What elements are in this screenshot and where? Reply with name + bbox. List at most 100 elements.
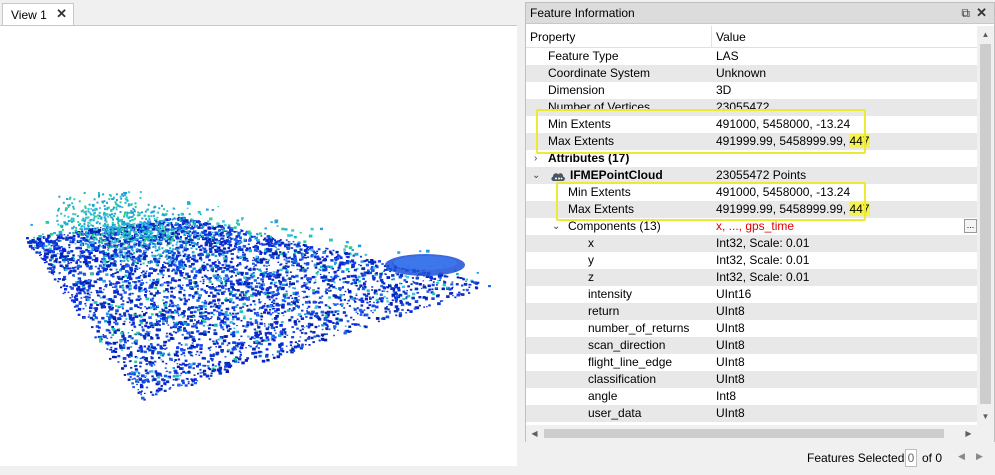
panel-title: Feature Information — [530, 6, 635, 20]
property-label: Number of Vertices — [548, 100, 651, 114]
next-feature-icon[interactable]: ▶ — [976, 451, 983, 462]
property-label: Coordinate System — [548, 66, 651, 80]
property-value: 491999.99, 5458999.99, 447 — [716, 133, 870, 150]
property-label: scan_direction — [588, 338, 666, 352]
point-cloud-render — [26, 191, 491, 401]
close-icon[interactable]: ✕ — [976, 5, 987, 21]
chevron-down-icon[interactable]: ⌄ — [532, 167, 540, 184]
table-row[interactable]: Min Extents 491000, 5458000, -13.24 — [526, 184, 977, 201]
panel-titlebar: Feature Information ⧉ ✕ — [526, 3, 994, 24]
table-row[interactable]: x Int32, Scale: 0.01 — [526, 235, 977, 252]
property-value: UInt8 — [716, 338, 745, 352]
property-value: Unknown — [716, 66, 767, 80]
column-header-value[interactable]: Value — [712, 26, 977, 48]
property-label: intensity — [588, 287, 633, 301]
features-selected-count[interactable]: 0 — [905, 449, 917, 467]
property-value: UInt16 — [716, 287, 752, 301]
table-row[interactable]: intensity UInt16 — [526, 286, 977, 303]
cloud-icon — [551, 173, 565, 181]
property-label: Attributes (17) — [548, 151, 630, 165]
property-label: IFMEPointCloud — [570, 168, 663, 182]
property-label: z — [588, 270, 594, 284]
property-label: Min Extents — [568, 185, 631, 199]
table-header: Property Value — [526, 26, 977, 48]
features-selected-label: Features Selected: — [807, 451, 908, 465]
table-row-attributes[interactable]: › Attributes (17) — [526, 150, 977, 167]
table-row[interactable]: Number of Vertices 23055472 — [526, 99, 977, 116]
property-value: LAS — [716, 49, 739, 63]
edit-components-button[interactable]: ... — [964, 219, 977, 233]
property-value: UInt8 — [716, 372, 745, 386]
vertical-scroll-thumb[interactable] — [980, 44, 991, 404]
property-value: Int32, Scale: 0.01 — [716, 236, 810, 250]
property-value: UInt8 — [716, 304, 745, 318]
table-row[interactable]: y Int32, Scale: 0.01 — [526, 252, 977, 269]
table-row[interactable]: Max Extents 491999.99, 5458999.99, 447 — [526, 133, 977, 150]
point-cloud-viewport[interactable] — [0, 25, 517, 466]
property-label: number_of_returns — [588, 321, 690, 335]
column-header-property[interactable]: Property — [526, 26, 712, 48]
property-value: x, ..., gps_time — [716, 219, 795, 233]
table-row-pointcloud[interactable]: ⌄ IFMEPointCloud 23055472 Points — [526, 167, 977, 184]
table-row[interactable]: angle Int8 — [526, 388, 977, 405]
property-value: 23055472 — [716, 100, 770, 114]
property-label: user_data — [588, 406, 642, 420]
property-value: 491000, 5458000, -13.24 — [716, 185, 851, 199]
table-row[interactable]: Feature Type LAS — [526, 48, 977, 65]
property-label: x — [588, 236, 594, 250]
property-value: Int32, Scale: 0.01 — [716, 253, 810, 267]
table-row[interactable]: Max Extents 491999.99, 5458999.99, 447 — [526, 201, 977, 218]
highlighted-value: 447 — [849, 202, 870, 216]
view-pane: View 1 ✕ — [0, 0, 517, 466]
property-value: UInt8 — [716, 406, 745, 420]
tab-label: View 1 — [11, 7, 47, 22]
status-bar: Features Selected: 0 of 0 ◀ ▶ — [525, 446, 995, 470]
table-row[interactable]: Coordinate System Unknown — [526, 65, 977, 82]
chevron-right-icon[interactable]: › — [534, 150, 537, 167]
horizontal-scroll-thumb[interactable] — [544, 429, 944, 438]
vertical-scrollbar[interactable]: ▲ ▼ — [977, 26, 994, 425]
table-row[interactable]: number_of_returns UInt8 — [526, 320, 977, 337]
property-label: classification — [588, 372, 657, 386]
table-row[interactable]: return UInt8 — [526, 303, 977, 320]
table-row-components[interactable]: ⌄ Components (13) x, ..., gps_time ... — [526, 218, 977, 235]
value-text: 491999.99, 5458999.99, — [716, 134, 850, 148]
horizontal-scrollbar[interactable]: ◀ ▶ — [526, 425, 994, 442]
property-value: 491000, 5458000, -13.24 — [716, 117, 851, 131]
property-value: UInt8 — [716, 321, 745, 335]
scroll-up-icon[interactable]: ▲ — [977, 26, 994, 43]
property-label: Min Extents — [548, 117, 611, 131]
close-icon[interactable]: ✕ — [56, 6, 67, 22]
table-row[interactable]: classification UInt8 — [526, 371, 977, 388]
feature-information-panel: Feature Information ⧉ ✕ Property Value F… — [525, 2, 995, 442]
table-row[interactable]: z Int32, Scale: 0.01 — [526, 269, 977, 286]
table-row[interactable]: flight_line_edge UInt8 — [526, 354, 977, 371]
property-label: Max Extents — [568, 202, 635, 216]
property-value: Int32, Scale: 0.01 — [716, 270, 810, 284]
property-label: Max Extents — [548, 134, 615, 148]
previous-feature-icon[interactable]: ◀ — [958, 451, 965, 462]
scroll-right-icon[interactable]: ▶ — [960, 425, 977, 442]
property-value: 3D — [716, 83, 732, 97]
property-label: Dimension — [548, 83, 605, 97]
float-window-icon[interactable]: ⧉ — [961, 6, 970, 21]
table-row[interactable]: scan_direction UInt8 — [526, 337, 977, 354]
tab-view-1[interactable]: View 1 ✕ — [2, 3, 74, 25]
property-value: UInt8 — [716, 355, 745, 369]
property-label: Feature Type — [548, 49, 619, 63]
property-value: Int8 — [716, 389, 737, 403]
value-text: 491999.99, 5458999.99, — [716, 202, 850, 216]
chevron-down-icon[interactable]: ⌄ — [552, 218, 560, 235]
table-row[interactable]: Min Extents 491000, 5458000, -13.24 — [526, 116, 977, 133]
property-label: return — [588, 304, 620, 318]
features-total: of 0 — [922, 451, 943, 465]
highlighted-value: 447 — [849, 134, 870, 148]
table-row[interactable]: user_data UInt8 — [526, 405, 977, 422]
point-cloud-points — [26, 191, 491, 401]
property-label: Components (13) — [568, 219, 661, 233]
table-row[interactable]: Dimension 3D — [526, 82, 977, 99]
property-label: y — [588, 253, 594, 267]
scroll-down-icon[interactable]: ▼ — [977, 408, 994, 425]
feature-table: Feature Type LAS Coordinate System Unkno… — [526, 48, 977, 425]
scroll-left-icon[interactable]: ◀ — [526, 425, 543, 442]
